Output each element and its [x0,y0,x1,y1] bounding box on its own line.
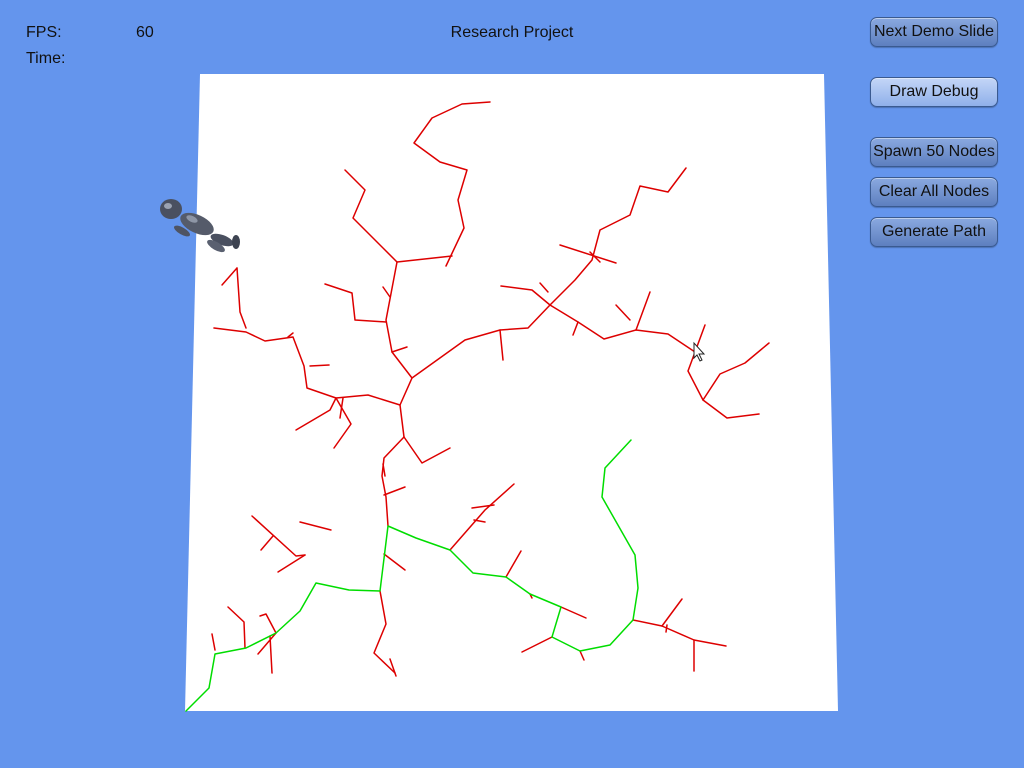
time-label: Time: [26,50,66,67]
clear-all-nodes-button[interactable]: Clear All Nodes [870,177,998,207]
spawn-nodes-button[interactable]: Spawn 50 Nodes [870,137,998,167]
next-demo-slide-button[interactable]: Next Demo Slide [870,17,998,47]
draw-debug-button[interactable]: Draw Debug [870,77,998,107]
generate-path-button[interactable]: Generate Path [870,217,998,247]
scene-viewport[interactable] [0,0,1024,768]
ground-plane [185,74,838,711]
